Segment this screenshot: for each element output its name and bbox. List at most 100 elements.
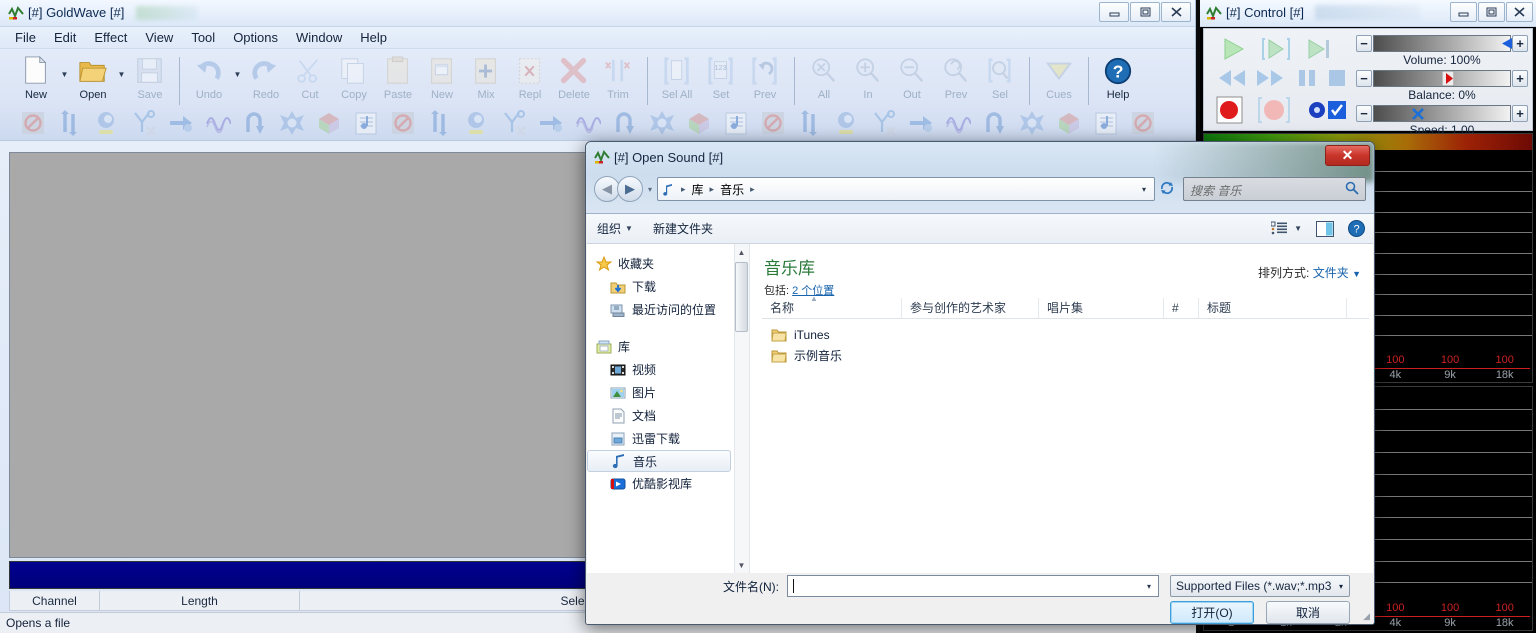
filetype-dropdown-icon[interactable]: ▾ bbox=[1333, 582, 1349, 591]
echo-icon[interactable] bbox=[273, 108, 310, 138]
balance-decrease-button[interactable]: − bbox=[1356, 70, 1372, 87]
volume-icon[interactable] bbox=[791, 108, 828, 138]
channel-mixer-icon[interactable] bbox=[458, 108, 495, 138]
marker-icon[interactable] bbox=[1124, 108, 1161, 138]
menu-effect[interactable]: Effect bbox=[85, 28, 136, 47]
sidebar-item-4[interactable]: 库 bbox=[587, 335, 735, 358]
flanger-icon[interactable] bbox=[199, 108, 236, 138]
toolbar-prev-button[interactable]: Prev bbox=[743, 53, 787, 109]
sidebar-item-5[interactable]: 视频 bbox=[587, 358, 735, 381]
silence-icon[interactable] bbox=[1087, 108, 1124, 138]
preview-pane-icon[interactable] bbox=[1316, 221, 1334, 237]
sidebar-item-0[interactable]: 收藏夹 bbox=[587, 252, 735, 275]
volume-increase-button[interactable]: + bbox=[1512, 35, 1528, 52]
sidebar-item-1[interactable]: 下载 bbox=[587, 275, 735, 298]
balance-increase-button[interactable]: + bbox=[1512, 70, 1528, 87]
menu-edit[interactable]: Edit bbox=[45, 28, 85, 47]
view-chevron-down-icon[interactable]: ▼ bbox=[1294, 224, 1302, 233]
toolbar-sel-button[interactable]: Sel bbox=[978, 53, 1022, 109]
sidebar-item-7[interactable]: 文档 bbox=[587, 404, 735, 427]
minimize-button[interactable] bbox=[1099, 2, 1129, 22]
toolbar-out-button[interactable]: Out bbox=[890, 53, 934, 109]
play-selection-button[interactable] bbox=[1256, 35, 1296, 63]
arrange-value[interactable]: 文件夹 bbox=[1313, 266, 1349, 280]
pause-button[interactable] bbox=[1292, 65, 1322, 91]
address-bar[interactable]: ▸ 库 ▸ 音乐 ▸ ▾ bbox=[657, 177, 1155, 201]
dialog-close-button[interactable]: ✕ bbox=[1325, 145, 1370, 166]
toolbar-set-button[interactable]: 123Set bbox=[699, 53, 743, 109]
reverse-icon[interactable] bbox=[236, 108, 273, 138]
toolbar-cues-button[interactable]: Cues bbox=[1037, 53, 1081, 109]
menu-help[interactable]: Help bbox=[351, 28, 396, 47]
scroll-down-arrow-icon[interactable]: ▼ bbox=[735, 557, 748, 573]
toolbar-delete-button[interactable]: Delete bbox=[552, 53, 596, 109]
toolbar-save-button[interactable]: Save bbox=[128, 53, 172, 109]
toolbar-in-button[interactable]: In bbox=[846, 53, 890, 109]
balance-slider[interactable] bbox=[1373, 70, 1511, 87]
forward-button[interactable]: ▶ bbox=[617, 176, 643, 202]
nav-scrollbar-thumb[interactable] bbox=[735, 262, 748, 332]
record-confirm-button[interactable] bbox=[1326, 99, 1348, 121]
maximize-button[interactable] bbox=[1130, 2, 1160, 22]
speed-increase-button[interactable]: + bbox=[1512, 105, 1528, 122]
smoother-icon[interactable] bbox=[717, 108, 754, 138]
resize-grip-icon[interactable]: ◢ bbox=[1363, 611, 1370, 622]
arrange-chevron-down-icon[interactable]: ▼ bbox=[1352, 269, 1361, 279]
history-dropdown-button[interactable]: ▾ bbox=[643, 185, 657, 194]
speed-thumb-icon[interactable] bbox=[1411, 107, 1425, 124]
breadcrumb-library[interactable]: 库 bbox=[690, 181, 706, 198]
toolbar-new-button[interactable]: New bbox=[14, 53, 58, 109]
toolbar-repl-button[interactable]: Repl bbox=[508, 53, 552, 109]
play-button[interactable] bbox=[1214, 35, 1254, 63]
sidebar-item-6[interactable]: 图片 bbox=[587, 381, 735, 404]
pop-click-icon[interactable] bbox=[643, 108, 680, 138]
column-header-4[interactable]: 标题 bbox=[1199, 298, 1347, 318]
nav-scrollbar[interactable]: ▲ ▼ bbox=[734, 244, 749, 573]
filter-bank-icon[interactable] bbox=[569, 108, 606, 138]
breadcrumb-music[interactable]: 音乐 bbox=[718, 181, 746, 198]
toolbar-sel-all-button[interactable]: Sel All bbox=[655, 53, 699, 109]
spectrum-filter-icon[interactable] bbox=[754, 108, 791, 138]
toolbar-copy-button[interactable]: Copy bbox=[332, 53, 376, 109]
toolbar-redo-button[interactable]: Redo bbox=[244, 53, 288, 109]
menu-view[interactable]: View bbox=[136, 28, 182, 47]
toolbar-open-button[interactable]: Open bbox=[71, 53, 115, 109]
toolbar-mix-button[interactable]: Mix bbox=[464, 53, 508, 109]
match-volume-icon[interactable] bbox=[939, 108, 976, 138]
column-header-1[interactable]: 参与创作的艺术家 bbox=[902, 298, 1039, 318]
toolbar-undo-button[interactable]: Undo bbox=[187, 53, 231, 109]
file-row[interactable]: 示例音乐 bbox=[762, 345, 1369, 366]
mute-icon[interactable] bbox=[1013, 108, 1050, 138]
refresh-icon[interactable] bbox=[1155, 180, 1179, 199]
record-options-button[interactable] bbox=[1306, 99, 1328, 121]
pitch-icon[interactable] bbox=[347, 108, 384, 138]
menu-options[interactable]: Options bbox=[224, 28, 287, 47]
fade-in-icon[interactable] bbox=[865, 108, 902, 138]
help-question-icon[interactable]: ? bbox=[1348, 220, 1365, 237]
spike-icon[interactable] bbox=[680, 108, 717, 138]
filename-dropdown-icon[interactable]: ▾ bbox=[1140, 582, 1158, 591]
fast-forward-button[interactable] bbox=[1248, 65, 1292, 91]
control-maximize-button[interactable] bbox=[1478, 2, 1505, 22]
compressor-icon[interactable] bbox=[532, 108, 569, 138]
interpolate-icon[interactable] bbox=[1050, 108, 1087, 138]
volume-thumb-icon[interactable] bbox=[1499, 37, 1513, 53]
scroll-up-arrow-icon[interactable]: ▲ bbox=[735, 244, 748, 260]
column-header-3[interactable]: # bbox=[1164, 298, 1199, 318]
volume-decrease-button[interactable]: − bbox=[1356, 35, 1372, 52]
filename-input[interactable]: ▾ bbox=[787, 575, 1159, 597]
sidebar-item-10[interactable]: 优酷影视库 bbox=[587, 472, 735, 495]
record-selection-button[interactable] bbox=[1252, 93, 1296, 127]
toolbar-all-button[interactable]: All bbox=[802, 53, 846, 109]
new-folder-button[interactable]: 新建文件夹 bbox=[653, 220, 713, 237]
toolbar-new-dropdown-icon[interactable]: ▼ bbox=[58, 53, 71, 109]
toolbar-undo-dropdown-icon[interactable]: ▼ bbox=[231, 53, 244, 109]
control-close-button[interactable] bbox=[1506, 2, 1533, 22]
toolbar-help-button[interactable]: ?Help bbox=[1096, 53, 1140, 109]
crossfade-icon[interactable] bbox=[125, 108, 162, 138]
reverb-icon[interactable] bbox=[310, 108, 347, 138]
sidebar-item-2[interactable]: 最近访问的位置 bbox=[587, 298, 735, 321]
maximize-volume-icon[interactable] bbox=[976, 108, 1013, 138]
address-dropdown-button[interactable]: ▾ bbox=[1136, 185, 1152, 194]
sidebar-item-9[interactable]: 音乐 bbox=[587, 450, 731, 472]
